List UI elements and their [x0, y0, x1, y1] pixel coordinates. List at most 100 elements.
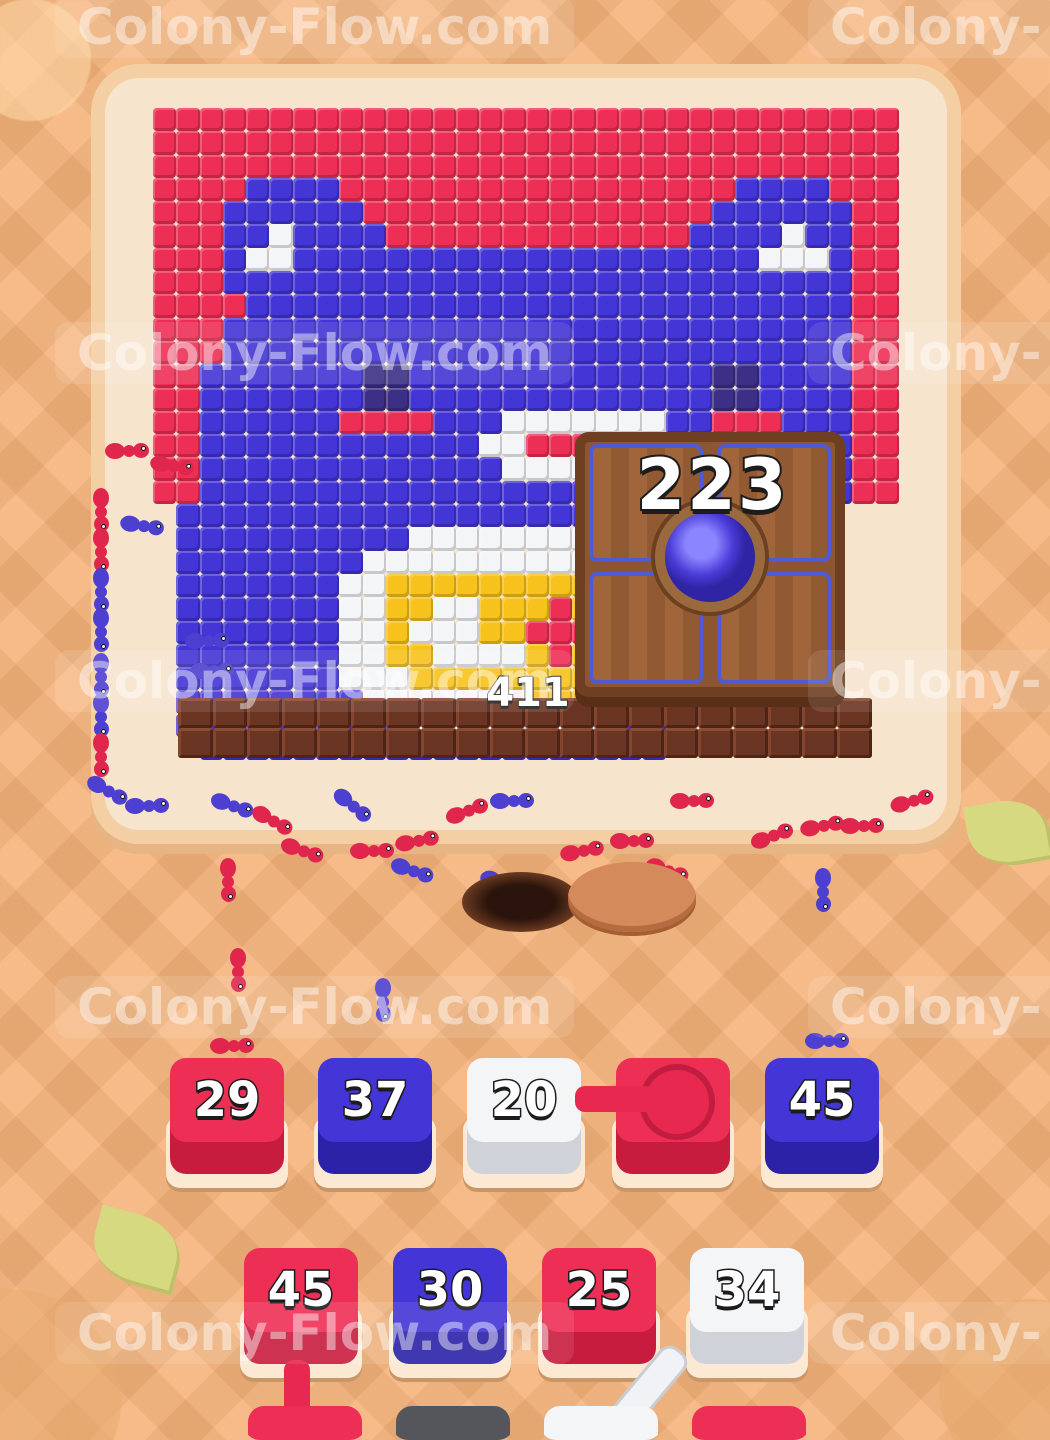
mosaic-pixel: [712, 108, 736, 132]
mosaic-pixel: [292, 597, 317, 621]
mosaic-pixel: [362, 434, 386, 458]
chocolate-block: [490, 728, 525, 758]
mosaic-pixel: [549, 154, 573, 178]
mosaic-pixel: [805, 271, 829, 295]
mosaic-pixel: [409, 480, 433, 505]
mosaic-pixel: [712, 201, 736, 225]
mosaic-pixel: [851, 201, 876, 225]
mosaic-pixel: [316, 201, 340, 225]
chocolate-block: [698, 728, 733, 758]
mosaic-pixel: [409, 294, 433, 318]
tile-red-partial[interactable]: [688, 1406, 810, 1440]
tile-white[interactable]: 34: [686, 1248, 808, 1378]
mosaic-pixel: [642, 108, 666, 132]
mosaic-pixel: [409, 131, 433, 155]
mosaic-pixel: [875, 387, 899, 411]
mosaic-pixel: [199, 527, 223, 551]
mosaic-pixel: [642, 340, 666, 365]
tile-blue[interactable]: 45: [761, 1058, 883, 1188]
mosaic-pixel: [712, 247, 736, 272]
chocolate-block: [351, 728, 387, 758]
mosaic-pixel: [642, 294, 666, 318]
mosaic-pixel: [385, 573, 410, 598]
mosaic-pixel: [642, 387, 666, 411]
mosaic-pixel: [176, 247, 200, 272]
mosaic-pixel: [572, 247, 596, 272]
mosaic-pixel: [875, 480, 899, 505]
mosaic-pixel: [455, 271, 480, 295]
mosaic-pixel: [805, 410, 829, 435]
mosaic-pixel: [199, 271, 223, 295]
mosaic-pixel: [246, 480, 270, 505]
mosaic-pixel: [432, 550, 456, 574]
tile-white[interactable]: 20: [463, 1058, 585, 1188]
mosaic-pixel: [339, 573, 363, 598]
mosaic-pixel: [572, 131, 596, 155]
tile-red-locked[interactable]: [612, 1058, 734, 1188]
tile-blue[interactable]: 37: [314, 1058, 436, 1188]
mosaic-pixel: [712, 410, 736, 435]
mosaic-pixel: [572, 340, 596, 365]
mosaic-pixel: [292, 177, 317, 202]
mosaic-pixel: [385, 504, 410, 528]
chocolate-block: [559, 728, 595, 758]
mosaic-pixel: [549, 527, 573, 551]
mosaic-pixel: [455, 504, 480, 528]
tile-red-partial[interactable]: [244, 1406, 366, 1440]
mosaic-pixel: [199, 550, 223, 574]
mosaic-pixel: [758, 410, 783, 435]
tile-hidden-partial[interactable]: [392, 1406, 514, 1440]
mosaic-pixel: [409, 108, 433, 132]
mosaic-pixel: [339, 247, 363, 272]
mosaic-pixel: [502, 177, 526, 202]
mosaic-pixel: [153, 271, 177, 295]
mosaic-pixel: [735, 247, 759, 272]
mosaic-pixel: [851, 108, 876, 132]
mosaic-pixel: [735, 131, 759, 155]
ant-icon: [490, 790, 536, 812]
mosaic-pixel: [851, 434, 876, 458]
mosaic-pixel: [316, 434, 340, 458]
mosaic-pixel: [642, 131, 666, 155]
mosaic-pixel: [316, 504, 340, 528]
mosaic-pixel: [595, 177, 619, 202]
tile-red[interactable]: 29: [166, 1058, 288, 1188]
mosaic-pixel: [782, 340, 806, 365]
mosaic-pixel: [385, 294, 410, 318]
mosaic-pixel: [409, 504, 433, 528]
link-pipe: [575, 1086, 655, 1112]
mosaic-pixel: [525, 434, 550, 458]
mosaic-pixel: [712, 154, 736, 178]
mosaic-pixel: [316, 294, 340, 318]
mosaic-pixel: [339, 294, 363, 318]
mosaic-pixel: [712, 177, 736, 202]
mosaic-pixel: [618, 131, 643, 155]
mosaic-pixel: [758, 387, 783, 411]
mosaic-pixel: [572, 224, 596, 248]
mosaic-pixel: [735, 410, 759, 435]
mosaic-pixel: [688, 294, 713, 318]
watermark: Colony-: [808, 650, 1050, 712]
mosaic-pixel: [479, 201, 503, 225]
mosaic-pixel: [549, 480, 573, 505]
mosaic-pixel: [502, 410, 526, 435]
mosaic-pixel: [246, 154, 270, 178]
mosaic-pixel: [432, 387, 456, 411]
mosaic-pixel: [805, 154, 829, 178]
tile-white-partial[interactable]: [540, 1406, 662, 1440]
mosaic-pixel: [875, 154, 899, 178]
mosaic-pixel: [409, 527, 433, 551]
tile-count: 45: [787, 1071, 857, 1130]
mosaic-pixel: [339, 620, 363, 644]
mosaic-pixel: [362, 201, 386, 225]
mosaic-pixel: [665, 364, 689, 388]
mosaic-pixel: [595, 247, 619, 272]
mosaic-pixel: [292, 271, 317, 295]
mosaic-pixel: [246, 410, 270, 435]
mosaic-pixel: [572, 294, 596, 318]
mosaic-pixel: [549, 294, 573, 318]
mosaic-pixel: [782, 317, 806, 341]
mosaic-pixel: [269, 504, 293, 528]
mosaic-pixel: [688, 247, 713, 272]
mosaic-pixel: [176, 527, 200, 551]
